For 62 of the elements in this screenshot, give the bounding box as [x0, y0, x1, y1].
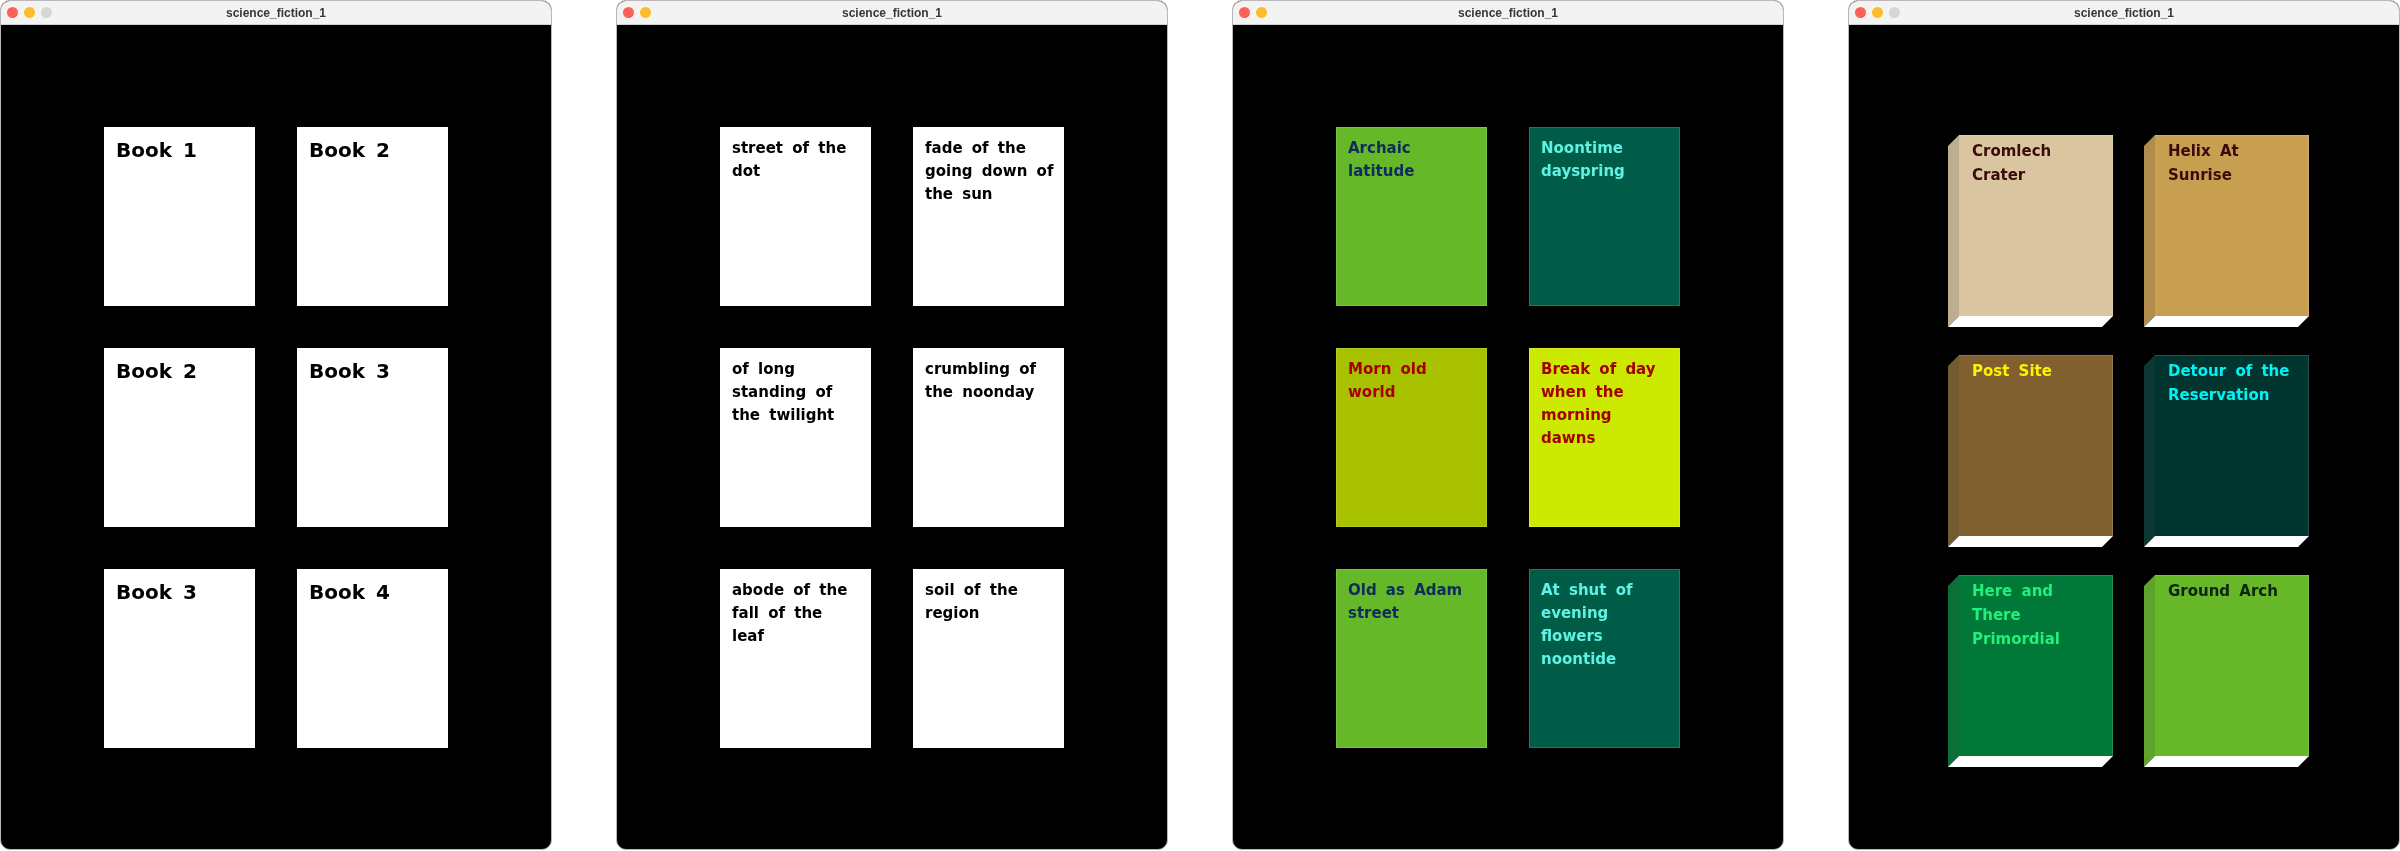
book-cover[interactable]: Old as Adam street [1336, 569, 1487, 748]
book-title: Book 4 [309, 580, 391, 604]
book-title: crumbling of the noonday [925, 359, 1038, 403]
book-title: Here and There Primordial [1972, 581, 2061, 650]
book-cover[interactable]: Book 2 [297, 127, 448, 306]
book-title: street of the dot [732, 138, 848, 182]
window-title: science_fiction_1 [1457, 5, 1559, 20]
book-cover[interactable]: Morn old world [1336, 348, 1487, 527]
close-icon[interactable] [1239, 7, 1250, 18]
book-title: Noontime dayspring [1541, 138, 1626, 182]
book-cover[interactable]: Book 4 [297, 569, 448, 748]
book-cover[interactable]: Book 3 [297, 348, 448, 527]
zoom-icon[interactable] [1889, 7, 1900, 18]
book-cover[interactable]: crumbling of the noonday [913, 348, 1064, 527]
book-title: Book 2 [116, 359, 198, 383]
book-cover[interactable]: Book 3 [104, 569, 255, 748]
book-cover[interactable]: street of the dot [720, 127, 871, 306]
book-title: of long standing of the twilight [732, 359, 836, 426]
book-title: Old as Adam street [1348, 580, 1464, 624]
book-title: Book 3 [116, 580, 198, 604]
book-cover[interactable]: Here and There Primordial [1959, 575, 2113, 756]
book-cover[interactable]: soil of the region [913, 569, 1064, 748]
close-icon[interactable] [7, 7, 18, 18]
book-cover[interactable]: Break of day when the morning dawns [1529, 348, 1680, 527]
book-cover[interactable]: Helix At Sunrise [2155, 135, 2309, 316]
window-title: science_fiction_1 [225, 5, 327, 20]
minimize-icon[interactable] [24, 7, 35, 18]
close-icon[interactable] [623, 7, 634, 18]
book-title: Detour of the Reservation [2168, 361, 2291, 406]
book-title: fade of the going down of the sun [925, 138, 1055, 205]
window-title: science_fiction_1 [841, 5, 943, 20]
book-title: Break of day when the morning dawns [1541, 359, 1657, 449]
book-cover[interactable]: Book 1 [104, 127, 255, 306]
minimize-icon[interactable] [1256, 7, 1267, 18]
book-title: At shut of evening flowers noontide [1541, 580, 1634, 670]
book-cover[interactable]: Archaic latitude [1336, 127, 1487, 306]
book-title: Helix At Sunrise [2168, 141, 2240, 186]
book-title: Cromlech Crater [1972, 141, 2053, 186]
book-title: soil of the region [925, 580, 1019, 624]
book-cover[interactable]: Book 2 [104, 348, 255, 527]
book-title: Post Site [1972, 361, 2053, 382]
book-cover[interactable]: of long standing of the twilight [720, 348, 871, 527]
book-cover[interactable]: Post Site [1959, 355, 2113, 536]
book-cover[interactable]: Noontime dayspring [1529, 127, 1680, 306]
window-title: science_fiction_1 [2073, 5, 2175, 20]
book-cover[interactable]: At shut of evening flowers noontide [1529, 569, 1680, 748]
close-icon[interactable] [1855, 7, 1866, 18]
book-cover[interactable]: Cromlech Crater [1959, 135, 2113, 316]
book-title: abode of the fall of the leaf [732, 580, 849, 647]
book-title: Book 1 [116, 138, 198, 162]
book-cover[interactable]: abode of the fall of the leaf [720, 569, 871, 748]
book-title: Morn old world [1348, 359, 1428, 403]
book-cover[interactable]: fade of the going down of the sun [913, 127, 1064, 306]
book-cover[interactable]: Detour of the Reservation [2155, 355, 2309, 536]
book-title: Archaic latitude [1348, 138, 1416, 182]
book-cover[interactable]: Ground Arch [2155, 575, 2309, 756]
book-title: Book 3 [309, 359, 391, 383]
minimize-icon[interactable] [1872, 7, 1883, 18]
book-title: Ground Arch [2168, 581, 2279, 602]
book-title: Book 2 [309, 138, 391, 162]
zoom-icon[interactable] [41, 7, 52, 18]
minimize-icon[interactable] [640, 7, 651, 18]
